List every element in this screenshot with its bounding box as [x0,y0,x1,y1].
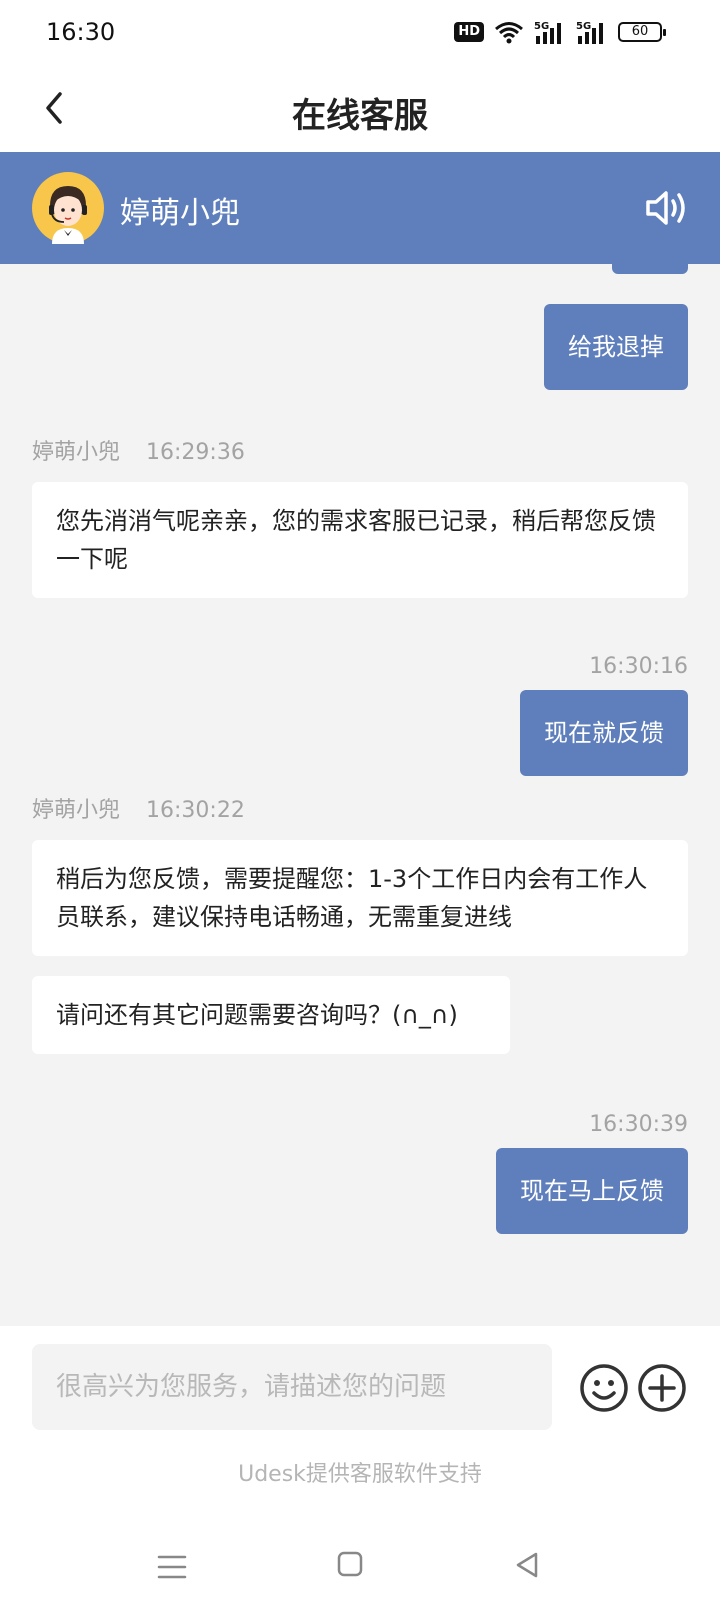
menu-icon[interactable] [156,1552,188,1582]
message-time: 16:29:36 [146,440,245,465]
message-bubble-outgoing: 现在马上反馈 [496,1148,688,1234]
wifi-icon [495,22,523,44]
message-time: 16:30:22 [146,798,245,823]
message-bubble-outgoing: 现在就反馈 [520,690,688,776]
back-triangle-icon[interactable] [512,1550,542,1580]
message-bubble-incoming: 您先消消气呢亲亲，您的需求客服已记录，稍后帮您反馈一下呢 [32,482,688,598]
sender-name: 婷萌小兜 [32,798,121,823]
chat-messages: 给我退掉 婷萌小兜 16:29:36 您先消消气呢亲亲，您的需求客服已记录，稍后帮… [0,264,720,1326]
5g-signal-icon: 5G [576,21,603,44]
plus-icon[interactable] [636,1362,688,1414]
speaker-icon[interactable] [644,186,692,230]
system-nav-bar [0,1548,720,1588]
message-bubble-outgoing: 给我退掉 [544,304,688,390]
svg-text:5G: 5G [534,21,549,32]
powered-by-text: Udesk提供客服软件支持 [238,1462,482,1487]
sender-name: 婷萌小兜 [32,440,121,465]
page-title: 在线客服 [292,96,428,136]
agent-avatar [32,172,104,244]
status-bar: 16:30 HD 5G 5G 60 [0,0,720,66]
message-bubble-incoming: 稍后为您反馈，需要提醒您：1-3个工作日内会有工作人员联系，建议保持电话畅通，无… [32,840,688,956]
svg-text:5G: 5G [576,21,591,32]
composer-bar: Udesk提供客服软件支持 [0,1326,720,1612]
5g-signal-icon: 5G [534,21,561,44]
home-icon[interactable] [336,1550,364,1578]
status-time: 16:30 [46,18,116,46]
message-meta: 婷萌小兜 16:30:22 [32,792,245,824]
message-meta: 婷萌小兜 16:29:36 [32,434,245,466]
battery-icon: 60 [618,22,666,42]
emoji-icon[interactable] [578,1362,630,1414]
message-input[interactable] [32,1344,552,1430]
message-time: 16:30:16 [589,654,688,679]
agent-name: 婷萌小兜 [120,196,240,231]
message-bubble-incoming: 请问还有其它问题需要咨询吗？(∩_∩) [32,976,510,1054]
message-bubble-partial [612,264,688,274]
top-nav-bar: 在线客服 [0,66,720,152]
message-time: 16:30:39 [589,1112,688,1137]
agent-header: 婷萌小兜 [0,152,720,264]
hd-icon: HD [454,22,484,42]
status-icons: HD 5G 5G 60 [454,18,666,46]
